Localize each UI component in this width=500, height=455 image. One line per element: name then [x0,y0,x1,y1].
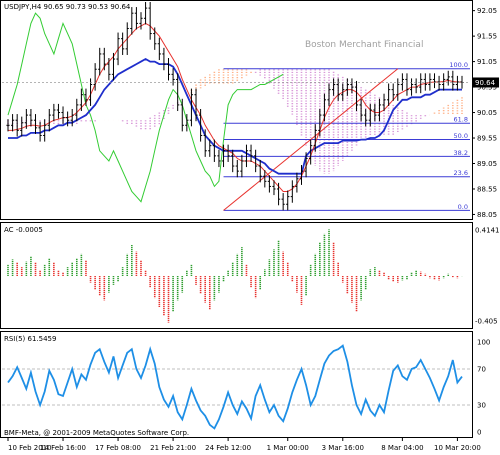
rsi-y-tick-label: 30 [477,402,486,410]
fib-level-label: 100.0 [449,61,468,69]
main-y-tick-label: 88.55 [477,185,497,193]
chart-root: 100.0 61.8 50.0 38.2 23.6 0.0 92.05 91.55 91.05… [0,0,500,453]
fib-level-label: 0.0 [458,203,468,211]
x-tick-label: 21 Feb 21:00 [150,444,196,452]
footer-copyright: BMF-Meta, @ 2001-2009 MetaQuotes Softwar… [4,429,189,437]
chart-svg: 100.0 61.8 50.0 38.2 23.6 0.0 92.05 91.55 91.05… [0,0,500,453]
rsi-panel-frame [0,331,473,438]
rsi-y-tick-label: 0 [477,429,481,437]
rsi-y-tick-label: 70 [477,366,486,374]
x-tick-label: 17 Feb 08:00 [95,444,141,452]
fib-level-label: 23.6 [454,169,468,177]
rsi-header: RSI(5) 61.5459 [4,335,56,343]
x-tick-label: 24 Feb 12:00 [205,444,251,452]
main-header: USDJPY,H4 90.65 90.73 90.53 90.64 [4,3,131,11]
x-tick-label: 14 Feb 16:00 [40,444,86,452]
main-y-tick-label: 89.05 [477,160,497,168]
watermark: Boston Merchant Financial [305,40,423,50]
ac-y-tick-label: -0.405 [475,317,498,325]
fib-level-label: 50.0 [454,132,468,140]
x-tick-label: 1 Mar 00:00 [267,444,309,452]
fib-level-label: 38.2 [454,149,468,157]
main-y-tick-label: 90.05 [477,109,497,117]
main-y-tick-label: 91.55 [477,33,497,41]
x-tick-label: 8 Mar 04:00 [381,444,423,452]
ac-y-tick-label: 0.4141 [475,227,500,235]
rsi-y-tick-label: 100 [477,339,490,347]
main-y-tick-label: 91.05 [477,58,497,66]
main-y-tick-label: 88.05 [477,211,497,219]
x-tick-label: 3 Mar 16:00 [322,444,364,452]
fib-level-label: 61.8 [454,116,468,124]
x-tick-label: 10 Mar 20:00 [434,444,481,452]
main-y-tick-label: 92.05 [477,7,497,15]
main-y-tick-label: 89.55 [477,135,497,143]
ac-header: AC -0.0005 [4,226,43,234]
current-price-label: 90.64 [475,79,496,87]
